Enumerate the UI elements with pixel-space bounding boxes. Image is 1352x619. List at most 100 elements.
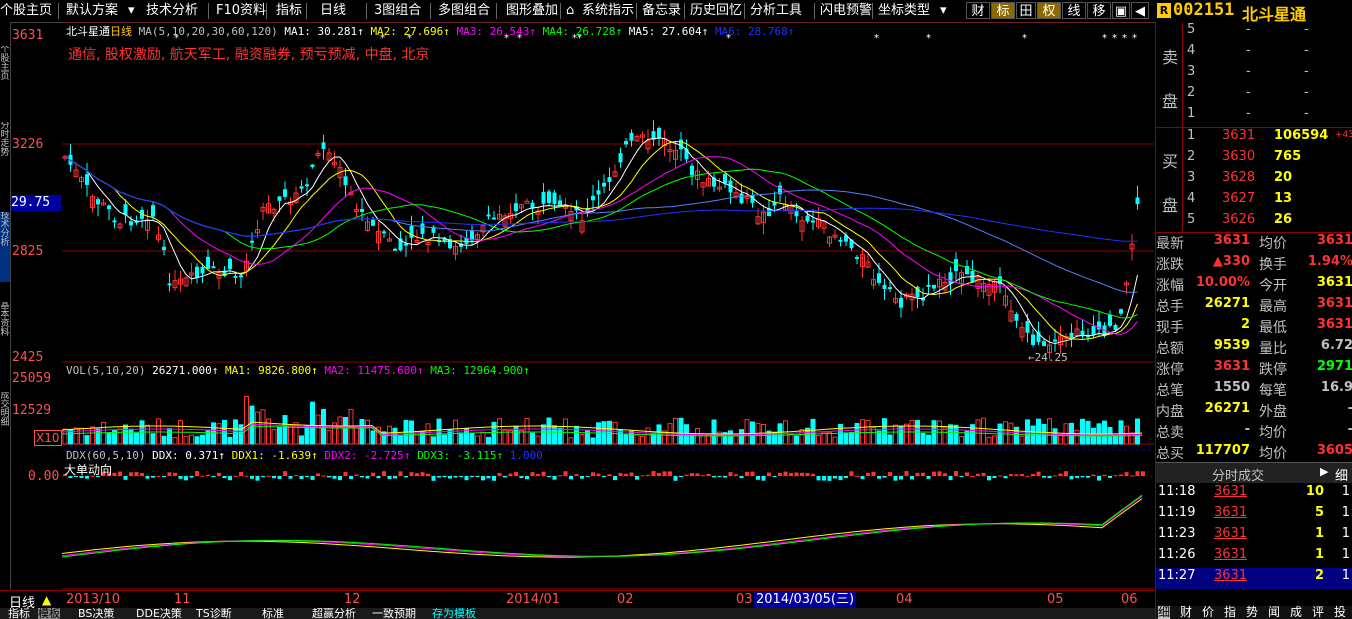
rights-button[interactable]: 权 (1037, 2, 1061, 19)
left-tab-home[interactable]: 个股主页 (0, 46, 10, 106)
ddx-bar (283, 471, 287, 476)
volume-bar (497, 418, 502, 445)
ddx-bar (1091, 474, 1096, 476)
up-triangle-icon[interactable]: ▲ (42, 593, 51, 607)
window-icon[interactable]: ▣ (1112, 2, 1130, 19)
right-tab[interactable]: 细 (1158, 606, 1171, 619)
ddx-bar (222, 476, 227, 479)
tab-consensus[interactable]: 一致预期 (372, 608, 416, 619)
menu-f10[interactable]: F10资料 (216, 2, 266, 20)
ddx-bar (129, 472, 133, 476)
right-tab[interactable]: 闻 (1268, 606, 1280, 619)
candle-body (524, 200, 530, 204)
expand-arrow-icon[interactable]: ▶ (1320, 465, 1328, 478)
tab-super[interactable]: 超赢分析 (312, 608, 356, 619)
right-tab[interactable]: 财 (1180, 606, 1192, 619)
tab-save-template[interactable]: 存为模板 (432, 608, 476, 619)
right-tab[interactable]: 评 (1312, 606, 1324, 619)
menu-arrow-icon[interactable]: ▾ (128, 2, 135, 20)
right-tab[interactable]: 势 (1246, 606, 1258, 619)
ddx-bar (596, 473, 601, 476)
quote-row: 涨停 3631 跌停 2971 (1156, 359, 1352, 380)
menu-daily[interactable]: 日线 (320, 2, 346, 20)
sell-order-row[interactable]: 5 - - (1156, 22, 1352, 43)
menu-history[interactable]: 历史回忆 (690, 2, 742, 20)
detail-button[interactable]: 细 (1335, 465, 1348, 484)
sell-order-row[interactable]: 3 - - (1156, 64, 1352, 85)
sell-order-row[interactable]: 4 - - (1156, 43, 1352, 64)
menu-system-indicator[interactable]: 系统指示 (582, 2, 634, 20)
vol-legend-ma1: MA1: 9826.800 (224, 364, 312, 377)
prev-icon[interactable]: ◀ (1131, 2, 1149, 19)
ddx-bar (1080, 476, 1085, 478)
ddx-bar (591, 472, 595, 476)
sell-order-row[interactable]: 1 - - (1156, 106, 1352, 127)
ddx-bar (541, 471, 546, 476)
move-button[interactable]: 移 (1087, 2, 1111, 19)
tab-bs[interactable]: BS决策 (78, 608, 114, 619)
ddx-line (62, 495, 1143, 558)
right-tab[interactable]: 投 (1334, 606, 1346, 619)
left-tab-deals[interactable]: 成交明细 (0, 392, 10, 462)
volume-bar (1102, 420, 1107, 445)
quote-row: 现手 2 最低 3631 (1156, 317, 1352, 338)
menu-coord-type[interactable]: 坐标类型 (878, 2, 930, 20)
candle-body (882, 284, 887, 289)
tab-dde[interactable]: DDE决策 (136, 608, 182, 619)
left-tab-basic[interactable]: 基本资料 (0, 302, 10, 372)
left-tab-tech[interactable]: 技术分析 (0, 212, 10, 282)
menu-memo[interactable]: 备忘录 (642, 2, 681, 20)
candle-body (1113, 324, 1118, 331)
kline-chart[interactable]: * * * * * * * * * * * * * * * (62, 22, 1154, 590)
right-tab[interactable]: 价 (1202, 606, 1214, 619)
menu-tech-analysis[interactable]: 技术分析 (146, 2, 198, 20)
tick-row[interactable]: 11:26 3631 1 1 (1156, 547, 1352, 568)
quote-row: 内盘26271外盘- (1156, 401, 1352, 422)
line-button[interactable]: 线 (1062, 2, 1086, 19)
grid-button[interactable]: 田 (1016, 2, 1036, 19)
ticks-title[interactable]: 分时成交 (1212, 465, 1264, 484)
tick-row[interactable]: 11:23 3631 1 1 (1156, 526, 1352, 547)
right-tab[interactable]: 指 (1224, 606, 1236, 619)
lock-icon[interactable]: ⌂ (566, 2, 574, 20)
mark-button[interactable]: 标 (991, 2, 1015, 19)
menu-indicator[interactable]: 指标 (276, 2, 302, 20)
buy-order-row[interactable]: 3 3628 20 (1156, 170, 1352, 191)
ddx-bar (822, 476, 826, 481)
volume-bar (106, 432, 112, 445)
order-level: 1 (1187, 128, 1196, 143)
buy-order-row[interactable]: 1 3631 106594 +43 (1156, 128, 1352, 149)
buy-order-row[interactable]: 2 3630 765 (1156, 149, 1352, 170)
buy-order-row[interactable]: 5 3626 26 (1156, 212, 1352, 233)
tab-ts[interactable]: TS诊断 (196, 608, 232, 619)
ddx-bar (1069, 476, 1074, 480)
left-tab-intraday[interactable]: 分时走势 (0, 122, 10, 202)
menu-3chart[interactable]: 3图组合 (374, 2, 421, 20)
fin-button[interactable]: 财 (966, 2, 990, 19)
menu-analysis-tools[interactable]: 分析工具 (750, 2, 802, 20)
tick-row[interactable]: 11:27 3631 2 1 (1156, 568, 1352, 589)
sell-order-row[interactable]: 2 - - (1156, 85, 1352, 106)
menu-overlay[interactable]: 图形叠加 (506, 2, 558, 20)
tick-row[interactable]: 11:19 3631 5 1 (1156, 505, 1352, 526)
ddx-bar (134, 472, 139, 476)
tick-row[interactable]: 11:18 3631 10 1 (1156, 484, 1352, 505)
menu-default-scheme[interactable]: 默认方案 (66, 2, 118, 20)
candle-body (954, 259, 958, 272)
vol-legend-name: VOL(5,10,20) (66, 364, 146, 377)
menu-arrow-icon[interactable]: ▾ (940, 2, 947, 20)
buy-order-row[interactable]: 4 3627 13 (1156, 191, 1352, 212)
tab-indicator[interactable]: 指标 (8, 608, 30, 619)
tab-standard[interactable]: 标准 (262, 608, 284, 619)
ddx-bar (794, 472, 799, 476)
volume-bar (326, 429, 332, 445)
tab-template[interactable]: 模板 (38, 608, 60, 619)
menu-flash-alert[interactable]: 闪电预警 (820, 2, 872, 20)
menu-multichart[interactable]: 多图组合 (438, 2, 490, 20)
ddx-bar (877, 476, 881, 479)
volume-bar (1058, 434, 1063, 445)
right-tab[interactable]: 成 (1290, 606, 1302, 619)
candle-body (360, 209, 364, 212)
menu-stock-home[interactable]: 个股主页 (0, 2, 52, 20)
order-level: 3 (1187, 170, 1196, 185)
